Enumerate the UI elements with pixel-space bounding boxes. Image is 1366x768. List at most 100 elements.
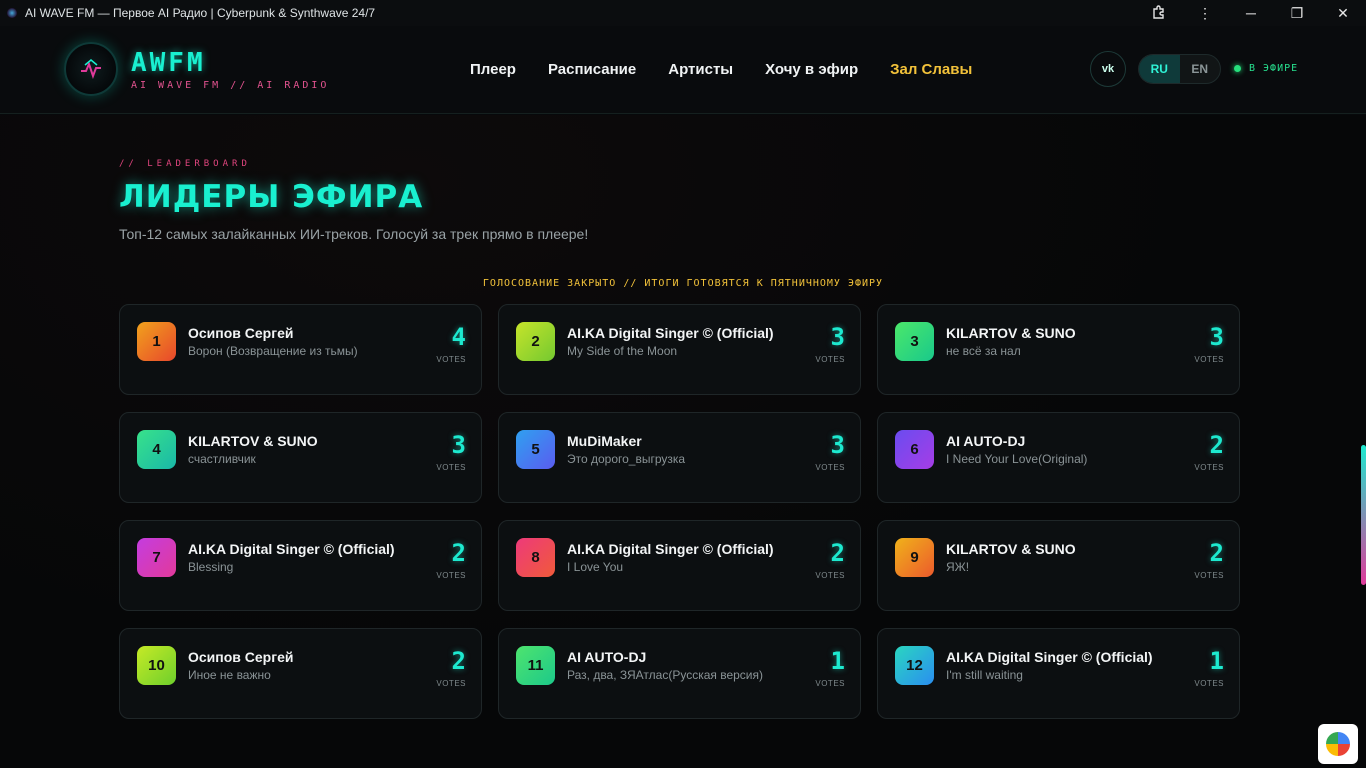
nav-want-on-air[interactable]: Хочу в эфир [765, 61, 858, 78]
artist-name: AI.KA Digital Singer © (Official) [188, 541, 395, 557]
rank-badge: 3 [895, 322, 934, 361]
leaderboard-card[interactable]: 10 Осипов Сергей Иное не важно 2 VOTES [119, 628, 482, 719]
track-title: My Side of the Moon [567, 344, 678, 358]
leaderboard-card[interactable]: 9 KILARTOV & SUNO ЯЖ! 2 VOTES [877, 520, 1240, 611]
rank-badge: 1 [137, 322, 176, 361]
leaderboard-card[interactable]: 8 AI.KA Digital Singer © (Official) I Love… [498, 520, 861, 611]
vote-count: 3 [830, 431, 845, 459]
track-title: I'm still waiting [946, 668, 1023, 682]
vote-count: 4 [451, 323, 466, 351]
vote-count: 1 [1209, 647, 1224, 675]
logo-emblem[interactable] [64, 42, 118, 96]
close-icon[interactable]: ✕ [1320, 0, 1366, 26]
track-title: ЯЖ! [946, 560, 970, 574]
vote-count: 2 [830, 539, 845, 567]
logo-text[interactable]: AWFM [131, 48, 206, 78]
voting-notice: ГОЛОСОВАНИЕ ЗАКРЫТО // ИТОГИ ГОТОВЯТСЯ К… [482, 278, 884, 289]
track-title: Ворон (Возвращение из тьмы) [188, 344, 358, 358]
logo-subtitle: AI WAVE FM // AI RADIO [131, 80, 330, 91]
extensions-icon[interactable] [1136, 0, 1182, 26]
vote-count: 2 [1209, 431, 1224, 459]
track-title: Иное не важно [188, 668, 271, 682]
artist-name: AI AUTO-DJ [946, 433, 1026, 449]
votes-label: VOTES [1194, 463, 1224, 472]
leaderboard-card[interactable]: 7 AI.KA Digital Singer © (Official) Blessi… [119, 520, 482, 611]
window-titlebar: AI WAVE FM — Первое AI Радио | Cyberpunk… [0, 0, 1366, 26]
votes-label: VOTES [1194, 571, 1224, 580]
leaderboard-card[interactable]: 4 KILARTOV & SUNO счастливчик 3 VOTES [119, 412, 482, 503]
scrollbar[interactable] [1361, 445, 1366, 585]
lang-en-button[interactable]: EN [1180, 55, 1221, 83]
minimize-icon[interactable]: ─ [1228, 0, 1274, 26]
artist-name: AI.KA Digital Singer © (Official) [946, 649, 1153, 665]
votes-label: VOTES [436, 355, 466, 364]
votes-label: VOTES [1194, 679, 1224, 688]
rank-badge: 8 [516, 538, 555, 577]
leaderboard-card[interactable]: 1 Осипов Сергей Ворон (Возвращение из тьмы… [119, 304, 482, 395]
leaderboard-card[interactable]: 3 KILARTOV & SUNO не всё за нал 3 VOTES [877, 304, 1240, 395]
nav-hall-of-fame[interactable]: Зал Славы [890, 61, 972, 78]
votes-label: VOTES [815, 355, 845, 364]
main-content: // LEADERBOARD ЛИДЕРЫ ЭФИРА Топ-12 самых… [0, 115, 1366, 768]
votes-label: VOTES [436, 571, 466, 580]
rank-badge: 11 [516, 646, 555, 685]
google-icon [1326, 732, 1350, 756]
vote-count: 2 [451, 647, 466, 675]
site-header: AWFM AI WAVE FM // AI RADIO Плеер Распис… [0, 26, 1366, 114]
rank-badge: 2 [516, 322, 555, 361]
nav-player[interactable]: Плеер [470, 61, 516, 78]
artist-name: AI.KA Digital Singer © (Official) [567, 541, 774, 557]
page-title: ЛИДЕРЫ ЭФИРА [119, 179, 424, 215]
live-dot-icon [1234, 65, 1241, 72]
track-title: Раз, два, ЗЯАтлас(Русская версия) [567, 668, 763, 682]
leaderboard-card[interactable]: 12 AI.KA Digital Singer © (Official) I'm s… [877, 628, 1240, 719]
leaderboard-card[interactable]: 5 MuDiMaker Это дорого_выгрузка 3 VOTES [498, 412, 861, 503]
floating-extension-icon[interactable] [1318, 724, 1358, 764]
votes-label: VOTES [1194, 355, 1224, 364]
artist-name: MuDiMaker [567, 433, 642, 449]
lang-ru-button[interactable]: RU [1139, 55, 1180, 83]
vote-count: 2 [451, 539, 466, 567]
leaderboard-card[interactable]: 11 AI AUTO-DJ Раз, два, ЗЯАтлас(Русская ве… [498, 628, 861, 719]
rank-badge: 7 [137, 538, 176, 577]
artist-name: KILARTOV & SUNO [946, 325, 1076, 341]
leaderboard-card[interactable]: 6 AI AUTO-DJ I Need Your Love(Original) 2 VO… [877, 412, 1240, 503]
track-title: не всё за нал [946, 344, 1021, 358]
rank-badge: 4 [137, 430, 176, 469]
rank-badge: 9 [895, 538, 934, 577]
track-title: счастливчик [188, 452, 256, 466]
wave-logo-icon [81, 59, 101, 79]
votes-label: VOTES [815, 679, 845, 688]
vk-icon[interactable]: vk [1090, 51, 1126, 87]
page-subtitle: Топ-12 самых залайканных ИИ-треков. Голо… [119, 226, 589, 242]
artist-name: Осипов Сергей [188, 649, 294, 665]
rank-badge: 10 [137, 646, 176, 685]
main-nav: Плеер Расписание Артисты Хочу в эфир Зал… [470, 61, 972, 78]
vote-count: 3 [451, 431, 466, 459]
artist-name: AI.KA Digital Singer © (Official) [567, 325, 774, 341]
vote-count: 3 [1209, 323, 1224, 351]
app-icon [7, 8, 17, 18]
artist-name: Осипов Сергей [188, 325, 294, 341]
artist-name: KILARTOV & SUNO [188, 433, 318, 449]
votes-label: VOTES [436, 463, 466, 472]
window-title: AI WAVE FM — Первое AI Радио | Cyberpunk… [25, 6, 376, 20]
language-toggle: RU EN [1138, 54, 1221, 84]
leaderboard-grid: 1 Осипов Сергей Ворон (Возвращение из тьмы… [119, 304, 1240, 719]
rank-badge: 5 [516, 430, 555, 469]
votes-label: VOTES [815, 571, 845, 580]
maximize-icon[interactable]: ❐ [1274, 0, 1320, 26]
rank-badge: 6 [895, 430, 934, 469]
on-air-status: В ЭФИРЕ [1234, 63, 1298, 74]
track-title: Это дорого_выгрузка [567, 452, 686, 466]
nav-artists[interactable]: Артисты [668, 61, 733, 78]
more-icon[interactable]: ⋮ [1182, 0, 1228, 26]
track-title: I Need Your Love(Original) [946, 452, 1088, 466]
nav-schedule[interactable]: Расписание [548, 61, 636, 78]
artist-name: KILARTOV & SUNO [946, 541, 1076, 557]
leaderboard-card[interactable]: 2 AI.KA Digital Singer © (Official) My Sid… [498, 304, 861, 395]
track-title: Blessing [188, 560, 234, 574]
vote-count: 3 [830, 323, 845, 351]
artist-name: AI AUTO-DJ [567, 649, 647, 665]
vote-count: 1 [830, 647, 845, 675]
